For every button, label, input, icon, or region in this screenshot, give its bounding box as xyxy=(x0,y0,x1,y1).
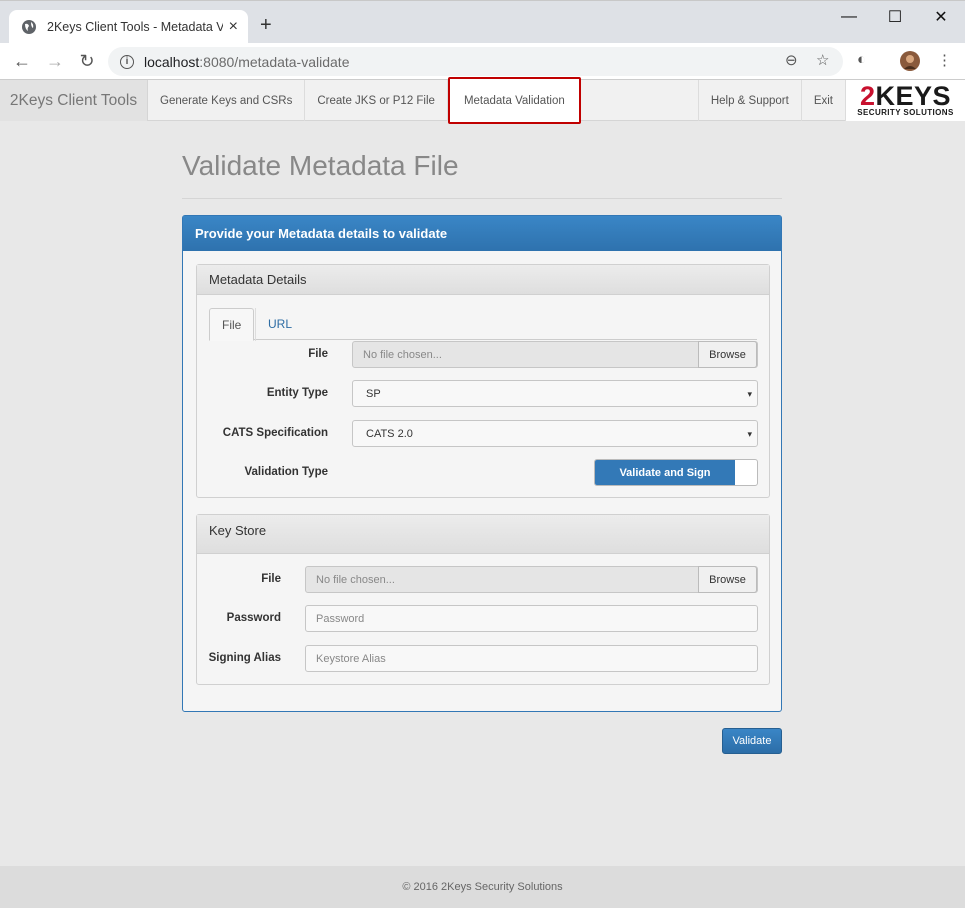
validation-type-label: Validation Type xyxy=(244,466,329,478)
browser-toolbar: ← → ↻ i localhost:8080/metadata-validate… xyxy=(0,43,965,80)
cats-spec-select[interactable]: CATS 2.0 ▾ xyxy=(352,420,758,447)
logo-tagline: SECURITY SOLUTIONS xyxy=(857,108,954,117)
menu-icon[interactable]: ⋮ xyxy=(937,51,952,69)
star-icon[interactable]: ☆ xyxy=(816,51,829,69)
reload-icon[interactable]: ↻ xyxy=(75,49,99,73)
site-info-icon[interactable]: i xyxy=(120,54,134,69)
cats-spec-value: CATS 2.0 xyxy=(366,427,413,440)
maximize-icon[interactable]: ☐ xyxy=(872,5,918,29)
validate-button[interactable]: Validate xyxy=(722,728,782,754)
nav-exit[interactable]: Exit xyxy=(800,80,845,121)
validation-type-toggle[interactable]: Validate and Sign xyxy=(594,459,758,486)
validate-panel: Provide your Metadata details to validat… xyxy=(182,215,782,712)
keystore-file-label: File xyxy=(261,573,281,585)
nav-generate-keys[interactable]: Generate Keys and CSRs xyxy=(148,80,306,121)
keystore-file-placeholder: No file chosen... xyxy=(316,573,395,586)
password-input[interactable]: Password xyxy=(305,605,758,632)
footer: © 2016 2Keys Security Solutions xyxy=(0,866,965,908)
back-icon[interactable]: ← xyxy=(10,49,34,73)
title-divider xyxy=(182,198,782,199)
metadata-file-label: File xyxy=(308,348,328,360)
tab-url[interactable]: URL xyxy=(255,308,304,341)
entity-type-value: SP xyxy=(366,387,381,400)
new-tab-button[interactable]: + xyxy=(260,14,272,37)
keystore-browse-button[interactable]: Browse xyxy=(698,566,757,593)
url-host: localhost xyxy=(144,53,200,70)
nav-help-support[interactable]: Help & Support xyxy=(697,80,801,121)
minimize-icon[interactable]: — xyxy=(826,5,872,29)
signing-alias-label: Signing Alias xyxy=(208,652,281,664)
zoom-icon[interactable]: ⊖ xyxy=(785,51,798,69)
avatar[interactable] xyxy=(900,51,920,71)
url-path: :8080/metadata-validate xyxy=(199,53,350,70)
password-label: Password xyxy=(226,612,281,624)
metadata-details-heading: Metadata Details xyxy=(197,265,769,295)
cats-spec-label: CATS Specification xyxy=(222,427,328,439)
tab-close-icon[interactable]: × xyxy=(229,18,238,36)
metadata-file-placeholder: No file chosen... xyxy=(363,348,442,361)
app-navbar: 2Keys Client Tools Generate Keys and CSR… xyxy=(0,77,965,124)
window-close-icon[interactable]: ✕ xyxy=(918,5,964,29)
company-logo[interactable]: 2KEYS SECURITY SOLUTIONS xyxy=(845,80,965,121)
chevron-down-icon: ▾ xyxy=(747,429,752,439)
logo-wordmark: 2KEYS xyxy=(859,81,952,111)
key-store-panel: Key Store File No file chosen... Browse … xyxy=(196,514,770,685)
panel-heading: Provide your Metadata details to validat… xyxy=(183,216,781,251)
brand-link[interactable]: 2Keys Client Tools xyxy=(0,80,148,121)
key-store-heading: Key Store xyxy=(197,515,769,554)
validate-and-sign-option[interactable]: Validate and Sign xyxy=(595,460,735,485)
copyright-text: © 2016 2Keys Security Solutions xyxy=(402,881,563,893)
keystore-file-input[interactable]: No file chosen... Browse xyxy=(305,566,758,593)
address-bar[interactable]: i localhost:8080/metadata-validate xyxy=(108,47,843,76)
metadata-details-panel: Metadata Details File URL File No file c… xyxy=(196,264,770,498)
extension-icon[interactable]: ◐ xyxy=(857,51,866,68)
forward-icon[interactable]: → xyxy=(43,49,67,73)
browser-titlebar: 2Keys Client Tools - Metadata Va × + — ☐… xyxy=(0,0,965,44)
entity-type-select[interactable]: SP ▾ xyxy=(352,380,758,407)
browser-tab[interactable]: 2Keys Client Tools - Metadata Va × xyxy=(9,10,248,44)
tab-file[interactable]: File xyxy=(209,308,255,341)
nav-metadata-validation[interactable]: Metadata Validation xyxy=(447,77,581,124)
password-placeholder: Password xyxy=(316,612,365,625)
metadata-browse-button[interactable]: Browse xyxy=(698,341,757,368)
page-title: Validate Metadata File xyxy=(182,150,459,181)
source-tabs: File URL xyxy=(209,308,757,341)
entity-type-label: Entity Type xyxy=(266,387,328,399)
signing-alias-input[interactable]: Keystore Alias xyxy=(305,645,758,672)
metadata-file-input[interactable]: No file chosen... Browse xyxy=(352,341,758,368)
globe-icon xyxy=(22,20,36,34)
signing-alias-placeholder: Keystore Alias xyxy=(316,652,386,665)
chevron-down-icon: ▾ xyxy=(747,389,752,399)
nav-create-jks[interactable]: Create JKS or P12 File xyxy=(305,80,448,121)
tab-title: 2Keys Client Tools - Metadata Va xyxy=(47,20,223,34)
